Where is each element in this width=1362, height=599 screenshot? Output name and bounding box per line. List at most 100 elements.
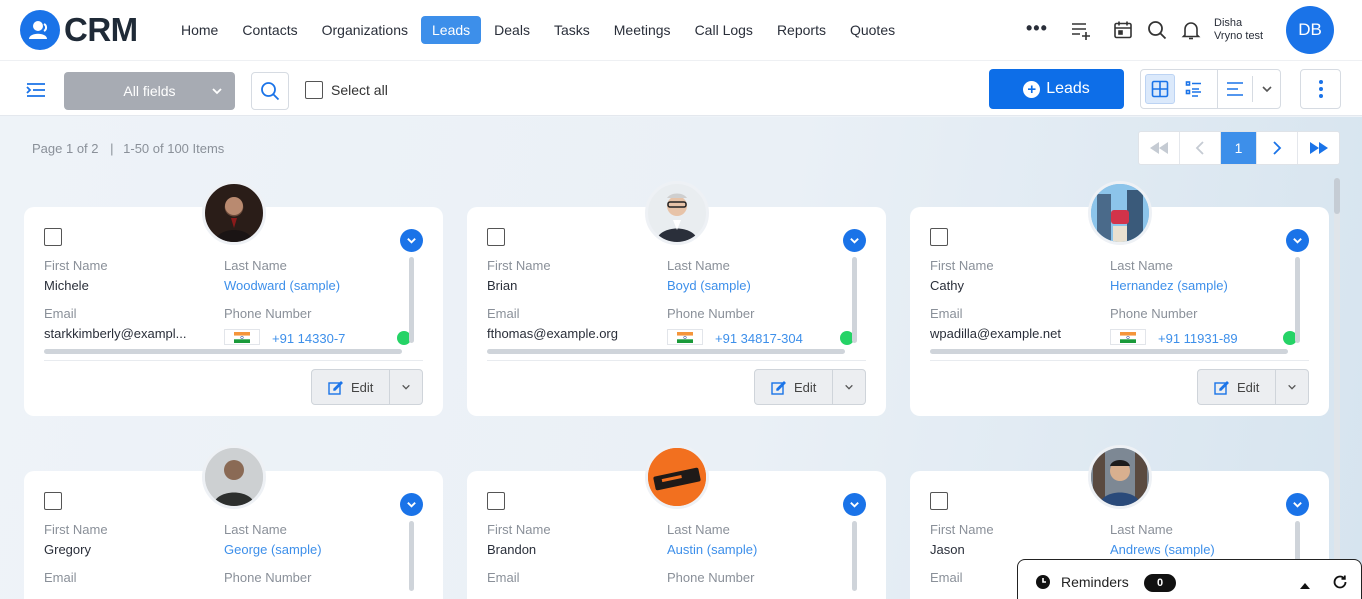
last-name-link[interactable]: Austin (sample) <box>667 542 757 557</box>
scrollbar[interactable] <box>852 257 857 343</box>
last-name-link[interactable]: Woodward (sample) <box>224 278 340 293</box>
user-name[interactable]: Disha Vryno test <box>1214 17 1263 43</box>
chevron-down-icon[interactable] <box>843 229 866 252</box>
card-checkbox[interactable] <box>44 492 62 510</box>
nav-more-icon[interactable]: ••• <box>1026 18 1048 39</box>
chevron-down-icon[interactable] <box>1286 229 1309 252</box>
scrollbar[interactable] <box>487 349 845 354</box>
last-name-link[interactable]: Boyd (sample) <box>667 278 751 293</box>
top-nav-bar: CRM Home Contacts Organizations Leads De… <box>0 0 1362 60</box>
list-icon <box>1185 81 1201 97</box>
refresh-icon[interactable] <box>1332 574 1348 595</box>
checkbox[interactable] <box>305 81 323 99</box>
search-button[interactable] <box>251 72 289 110</box>
page-scrollbar[interactable] <box>1334 178 1340 599</box>
edit-dropdown-button[interactable] <box>833 370 865 404</box>
nav-contacts[interactable]: Contacts <box>231 16 308 44</box>
current-page[interactable]: 1 <box>1221 132 1257 164</box>
nav-meetings[interactable]: Meetings <box>603 16 682 44</box>
edit-dropdown-button[interactable] <box>1276 370 1308 404</box>
more-options-button[interactable] <box>1300 69 1341 109</box>
first-name-label: First Name <box>930 522 994 537</box>
india-flag-icon <box>224 329 260 345</box>
chevron-down-icon[interactable] <box>400 493 423 516</box>
last-name-label: Last Name <box>667 258 730 273</box>
phone-link[interactable]: +91 14330-7 <box>272 331 345 346</box>
card-checkbox[interactable] <box>487 492 505 510</box>
main-nav: Home Contacts Organizations Leads Deals … <box>170 16 908 44</box>
scrollbar[interactable] <box>44 349 402 354</box>
search-icon[interactable] <box>1145 18 1169 42</box>
phone-label: Phone Number <box>1110 306 1198 321</box>
lead-avatar <box>202 181 266 245</box>
last-name-link[interactable]: Hernandez (sample) <box>1110 278 1228 293</box>
edit-button-group: Edit <box>1197 369 1309 405</box>
card-checkbox[interactable] <box>930 492 948 510</box>
nav-quotes[interactable]: Quotes <box>839 16 906 44</box>
toggle-sidebar-icon[interactable] <box>25 81 47 104</box>
edit-dropdown-button[interactable] <box>390 370 422 404</box>
plus-icon: + <box>1023 80 1041 98</box>
first-name-value: Brandon <box>487 542 537 557</box>
grid-view-button[interactable] <box>1145 74 1175 104</box>
scrollbar[interactable] <box>930 349 1288 354</box>
first-name-value: Brian <box>487 278 518 293</box>
chevron-down-icon[interactable] <box>400 229 423 252</box>
phone-link[interactable]: +91 34817-304 <box>715 331 803 346</box>
user-avatar[interactable]: DB <box>1286 6 1334 54</box>
add-task-list-icon[interactable] <box>1069 18 1093 42</box>
card-checkbox[interactable] <box>930 228 948 246</box>
edit-button[interactable]: Edit <box>755 370 834 404</box>
calendar-icon[interactable] <box>1111 18 1135 42</box>
nav-reports[interactable]: Reports <box>766 16 837 44</box>
edit-button[interactable]: Edit <box>1198 370 1277 404</box>
scrollbar[interactable] <box>409 521 414 591</box>
crm-logo[interactable]: CRM <box>20 10 138 50</box>
reminders-panel[interactable]: Reminders 0 <box>1017 559 1362 599</box>
chevron-down-icon <box>402 384 410 390</box>
next-page-button[interactable] <box>1257 132 1298 164</box>
nav-tasks[interactable]: Tasks <box>543 16 601 44</box>
first-name-label: First Name <box>44 258 108 273</box>
india-flag-icon <box>1110 329 1146 345</box>
chevron-down-icon <box>1288 384 1296 390</box>
chevron-left-icon <box>1195 141 1204 155</box>
last-name-link[interactable]: George (sample) <box>224 542 322 557</box>
card-checkbox[interactable] <box>487 228 505 246</box>
edit-icon <box>328 380 343 395</box>
card-checkbox[interactable] <box>44 228 62 246</box>
chevron-down-icon[interactable] <box>1286 493 1309 516</box>
india-flag-icon <box>667 329 703 345</box>
first-page-button[interactable] <box>1139 132 1180 164</box>
grid-icon <box>1151 80 1169 98</box>
last-name-link[interactable]: Andrews (sample) <box>1110 542 1215 557</box>
nav-deals[interactable]: Deals <box>483 16 541 44</box>
nav-home[interactable]: Home <box>170 16 229 44</box>
lead-avatar <box>1088 181 1152 245</box>
list-view-button[interactable] <box>1179 74 1209 104</box>
nav-call-logs[interactable]: Call Logs <box>684 16 764 44</box>
edit-icon <box>771 380 786 395</box>
scrollbar[interactable] <box>1295 257 1300 343</box>
scrollbar[interactable] <box>409 257 414 343</box>
reminders-label: Reminders <box>1061 574 1129 590</box>
add-lead-button[interactable]: + Leads <box>989 69 1124 109</box>
notification-bell-icon[interactable] <box>1179 18 1203 42</box>
nav-organizations[interactable]: Organizations <box>311 16 419 44</box>
caret-up-icon[interactable] <box>1299 577 1311 595</box>
edit-icon <box>1214 380 1229 395</box>
page-info: Page 1 of 2 | 1-50 of 100 Items <box>32 141 225 156</box>
fields-dropdown[interactable]: All fields <box>64 72 235 110</box>
first-name-label: First Name <box>930 258 994 273</box>
last-page-button[interactable] <box>1298 132 1339 164</box>
prev-page-button[interactable] <box>1180 132 1221 164</box>
clock-icon <box>1035 574 1051 595</box>
phone-link[interactable]: +91 11931-89 <box>1158 331 1238 346</box>
select-all-checkbox[interactable]: Select all <box>305 81 388 99</box>
edit-button[interactable]: Edit <box>312 370 391 404</box>
chevron-down-icon[interactable] <box>843 493 866 516</box>
sort-dropdown[interactable] <box>1217 70 1281 108</box>
nav-leads[interactable]: Leads <box>421 16 482 44</box>
email-value: wpadilla@example.net <box>930 326 1061 341</box>
scrollbar[interactable] <box>852 521 857 591</box>
